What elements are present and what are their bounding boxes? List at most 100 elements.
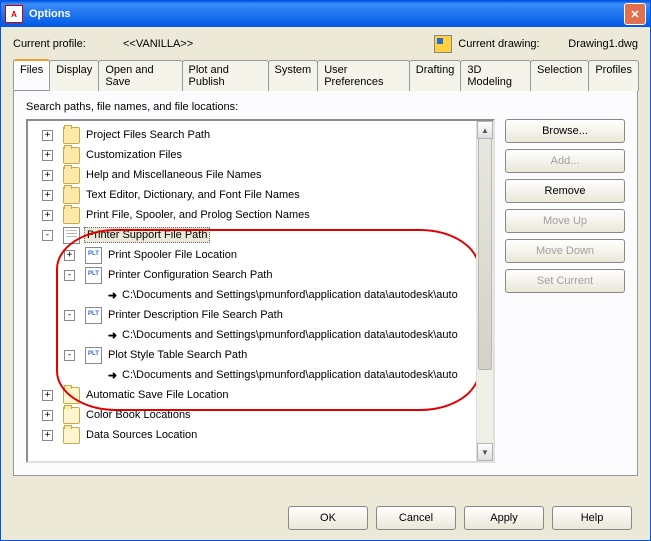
tab-selection[interactable]: Selection [530,60,589,91]
tab-display[interactable]: Display [49,60,99,91]
drawing-icon [434,35,452,53]
expand-icon[interactable]: + [42,410,53,421]
path-tree[interactable]: + Project Files Search Path + Customization… [26,119,495,463]
folder-open-icon [63,427,80,444]
tree-node-label: Text Editor, Dictionary, and Font File N… [84,188,302,202]
document-icon [63,227,80,244]
tree-row[interactable]: + PLT Print Spooler File Location [30,245,491,265]
collapse-icon[interactable]: - [64,270,75,281]
expand-icon[interactable]: + [42,170,53,181]
add-button[interactable]: Add... [505,149,625,173]
tree-scrollbar[interactable]: ▲ ▼ [476,121,493,461]
tree-node-label: Customization Files [84,148,184,162]
tree-node-label: Project Files Search Path [84,128,212,142]
expand-icon[interactable]: + [42,390,53,401]
tree-node-label: C:\Documents and Settings\pmunford\appli… [120,328,460,342]
folder-icon [63,187,80,204]
move-down-button[interactable]: Move Down [505,239,625,263]
plotter-icon: PLT [85,247,102,264]
folder-icon [63,167,80,184]
tree-node-label: C:\Documents and Settings\pmunford\appli… [120,288,460,302]
current-profile-value: <<VANILLA>> [123,38,434,50]
current-drawing-value: Drawing1.dwg [568,38,638,50]
expand-icon[interactable]: + [42,210,53,221]
profile-row: Current profile: <<VANILLA>> Current dra… [13,35,638,53]
tabstrip: FilesDisplayOpen and SavePlot and Publis… [13,59,638,91]
scroll-thumb[interactable] [478,138,492,370]
expand-icon[interactable]: + [42,430,53,441]
remove-button[interactable]: Remove [505,179,625,203]
folder-open-icon [63,407,80,424]
tree-node-label: Print Spooler File Location [106,248,239,262]
tab-3d-modeling[interactable]: 3D Modeling [460,60,531,91]
tab-open-and-save[interactable]: Open and Save [98,60,182,91]
ok-button[interactable]: OK [288,506,368,530]
tree-row[interactable]: + Text Editor, Dictionary, and Font File … [30,185,491,205]
plotter-icon: PLT [85,347,102,364]
scroll-up-icon[interactable]: ▲ [477,121,493,139]
current-profile-label: Current profile: [13,38,123,50]
expand-icon[interactable]: + [42,130,53,141]
tab-plot-and-publish[interactable]: Plot and Publish [182,60,269,91]
close-icon[interactable]: ✕ [624,3,646,25]
tree-node-label: Automatic Save File Location [84,388,230,402]
tab-drafting[interactable]: Drafting [409,60,462,91]
apply-button[interactable]: Apply [464,506,544,530]
path-arrow-icon: ➜ [105,288,120,303]
tree-node-label: Color Book Locations [84,408,193,422]
tree-row[interactable]: ➜C:\Documents and Settings\pmunford\appl… [30,365,491,385]
tree-node-label: Printer Configuration Search Path [106,268,274,282]
tree-row[interactable]: -PLTPrinter Description File Search Path [30,305,491,325]
collapse-icon[interactable]: - [42,230,53,241]
tree-row[interactable]: ➜C:\Documents and Settings\pmunford\appl… [30,325,491,345]
titlebar[interactable]: A Options ✕ [1,1,650,27]
current-drawing-label: Current drawing: [458,38,568,50]
move-up-button[interactable]: Move Up [505,209,625,233]
scroll-down-icon[interactable]: ▼ [477,443,493,461]
folder-icon [63,147,80,164]
path-arrow-icon: ➜ [105,368,120,383]
files-panel: Search paths, file names, and file locat… [13,91,638,476]
tree-row[interactable]: + Help and Miscellaneous File Names [30,165,491,185]
window-title: Options [29,8,624,20]
tree-node-label: C:\Documents and Settings\pmunford\appli… [120,368,460,382]
plotter-icon: PLT [85,267,102,284]
options-dialog: A Options ✕ Current profile: <<VANILLA>>… [0,0,651,541]
app-icon: A [5,5,23,23]
tree-node-label: Help and Miscellaneous File Names [84,168,263,182]
folder-open-icon [63,387,80,404]
panel-caption: Search paths, file names, and file locat… [26,101,625,113]
tree-node-label: Printer Support File Path [84,227,210,243]
tree-row[interactable]: -PLT Plot Style Table Search Path [30,345,491,365]
cancel-button[interactable]: Cancel [376,506,456,530]
path-arrow-icon: ➜ [105,328,120,343]
tree-row[interactable]: + Color Book Locations [30,405,491,425]
tree-row[interactable]: ➜C:\Documents and Settings\pmunford\appl… [30,285,491,305]
side-buttons: Browse... Add... Remove Move Up Move Dow… [505,119,625,459]
tree-row[interactable]: + Project Files Search Path [30,125,491,145]
tree-row[interactable]: - Printer Support File Path [30,225,491,245]
tab-files[interactable]: Files [13,59,50,90]
set-current-button[interactable]: Set Current [505,269,625,293]
help-button[interactable]: Help [552,506,632,530]
browse-button[interactable]: Browse... [505,119,625,143]
folder-icon [63,127,80,144]
dialog-buttons: OK Cancel Apply Help [288,506,632,530]
expand-icon[interactable]: + [42,190,53,201]
tree-node-label: Data Sources Location [84,428,199,442]
tree-row[interactable]: + Customization Files [30,145,491,165]
collapse-icon[interactable]: - [64,310,75,321]
tree-row[interactable]: + Automatic Save File Location [30,385,491,405]
tab-user-preferences[interactable]: User Preferences [317,60,410,91]
collapse-icon[interactable]: - [64,350,75,361]
expand-icon[interactable]: + [42,150,53,161]
tree-node-label: Printer Description File Search Path [106,308,285,322]
folder-icon [63,207,80,224]
tree-row[interactable]: +Print File, Spooler, and Prolog Section… [30,205,491,225]
tab-profiles[interactable]: Profiles [588,60,639,91]
tree-row[interactable]: + Data Sources Location [30,425,491,445]
tab-system[interactable]: System [268,60,319,91]
tree-node-label: Plot Style Table Search Path [106,348,249,362]
tree-row[interactable]: -PLT Printer Configuration Search Path [30,265,491,285]
expand-icon[interactable]: + [64,250,75,261]
